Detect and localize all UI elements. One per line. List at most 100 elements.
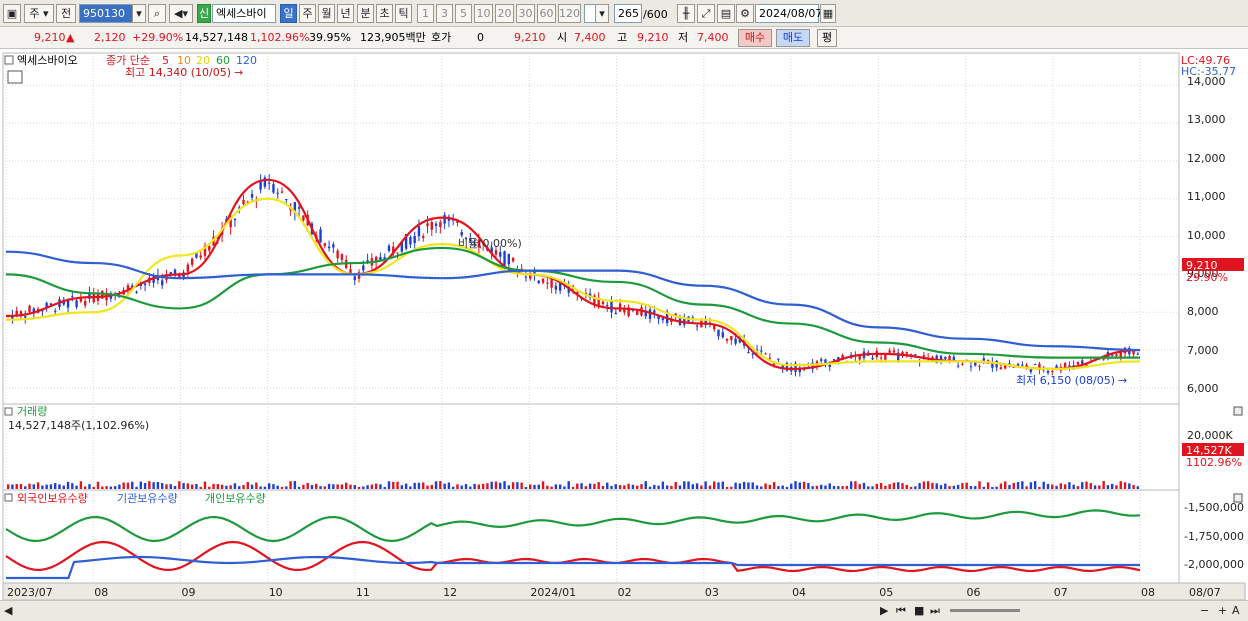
- holding-close-icon[interactable]: [1233, 493, 1243, 503]
- candle-body: [413, 235, 416, 244]
- x-label-8: 03: [705, 586, 719, 599]
- panel-menu-icon[interactable]: [4, 55, 14, 65]
- timeframe-day[interactable]: 일: [280, 4, 297, 23]
- volume-bar: [764, 483, 767, 489]
- candle-body: [717, 329, 720, 337]
- up-arrow-icon: ▲: [66, 31, 75, 44]
- volume-bar: [978, 481, 981, 489]
- volume-bar: [79, 481, 83, 489]
- timeframe-week[interactable]: 주: [299, 4, 316, 23]
- volume-bar: [255, 482, 258, 489]
- type-select[interactable]: 전: [56, 4, 76, 23]
- period-select[interactable]: 주 ▾: [24, 4, 54, 23]
- volume-bar: [1033, 481, 1037, 489]
- interval-5[interactable]: 5: [455, 4, 472, 23]
- volume-bar: [802, 481, 806, 489]
- volume-bar: [225, 485, 228, 489]
- interval-10[interactable]: 10: [474, 4, 493, 23]
- candle-body: [888, 350, 891, 353]
- chart-layout-icon[interactable]: ▣: [3, 4, 21, 23]
- volume-close-icon[interactable]: [1233, 406, 1243, 416]
- volume-bar: [464, 484, 468, 489]
- eval-button[interactable]: 평: [817, 29, 837, 47]
- candle-body: [824, 359, 827, 363]
- volume-bar: [96, 481, 100, 489]
- candle-body: [494, 250, 498, 255]
- volume-bar: [362, 486, 365, 489]
- stop-icon[interactable]: ■: [914, 604, 924, 618]
- draw-tool-icon[interactable]: ⤢: [697, 4, 715, 23]
- volume-bar: [939, 485, 943, 489]
- interval-1[interactable]: 1: [417, 4, 434, 23]
- scroll-right-icon[interactable]: ▶: [880, 604, 888, 618]
- x-label-5: 12: [443, 586, 457, 599]
- y-tick-14000: 14,000: [1187, 75, 1226, 88]
- timeframe-second[interactable]: 초: [376, 4, 393, 23]
- interval-120[interactable]: 120: [558, 4, 581, 23]
- date-input[interactable]: 2024/08/07: [755, 4, 822, 23]
- volume-bar: [511, 482, 515, 489]
- interval-20[interactable]: 20: [495, 4, 514, 23]
- volume-bar: [340, 484, 344, 489]
- low-note: 최저 6,150 (08/05): [1016, 374, 1115, 387]
- volume-bar: [926, 481, 930, 489]
- zoom-in-icon[interactable]: +: [1218, 604, 1227, 618]
- volume-bar: [379, 484, 382, 489]
- candle-body: [764, 353, 767, 355]
- save-icon[interactable]: ▤: [717, 4, 735, 23]
- chart-area[interactable]: 엑세스바이오 종가 단순 5 10 20 60 120 최고 14,340 (1…: [0, 51, 1248, 601]
- buy-button[interactable]: 매수: [738, 29, 772, 47]
- count-input[interactable]: 265: [614, 4, 642, 23]
- speaker-icon[interactable]: ◀▾: [169, 4, 193, 23]
- volume-bar: [1123, 482, 1127, 489]
- volume-bar: [635, 485, 639, 489]
- candle-body: [242, 199, 245, 205]
- volume-bar: [366, 485, 369, 489]
- zoom-slider[interactable]: [950, 609, 1020, 612]
- timeframe-year[interactable]: 년: [337, 4, 354, 23]
- settings-icon[interactable]: ⚙: [736, 4, 754, 23]
- volume-title: 거래량: [17, 405, 47, 418]
- candle-body: [554, 285, 558, 290]
- volume-last-pct: 1102.96%: [1186, 456, 1242, 469]
- interval-3[interactable]: 3: [436, 4, 453, 23]
- scroll-first-icon[interactable]: ⏮: [896, 604, 906, 618]
- chart-canvas[interactable]: 엑세스바이오 종가 단순 5 10 20 60 120 최고 14,340 (1…: [0, 51, 1248, 601]
- timeframe-month[interactable]: 월: [318, 4, 335, 23]
- candle-body: [884, 354, 887, 360]
- grid-toggle-icon[interactable]: [7, 70, 23, 84]
- candle-body: [944, 357, 947, 359]
- timeframe-tick[interactable]: 틱: [395, 4, 412, 23]
- volume-bar: [909, 486, 913, 489]
- volume-menu-icon[interactable]: [4, 407, 13, 416]
- scroll-left-icon[interactable]: ◀: [4, 604, 12, 618]
- search-icon[interactable]: ⌕: [148, 4, 166, 23]
- auto-scale-icon[interactable]: A: [1232, 604, 1240, 618]
- zoom-out-icon[interactable]: −: [1200, 604, 1209, 618]
- volume-bar: [1016, 481, 1020, 489]
- sell-button[interactable]: 매도: [776, 29, 810, 47]
- candle-body: [430, 222, 433, 230]
- interval-30[interactable]: 30: [516, 4, 535, 23]
- interval-60[interactable]: 60: [537, 4, 556, 23]
- volume-bar: [670, 485, 673, 489]
- low-label: 저: [678, 31, 689, 44]
- stock-name-field[interactable]: 엑세스바이: [212, 4, 276, 23]
- interval-dropdown-icon[interactable]: ▾: [595, 4, 609, 23]
- high-label: 고: [617, 31, 628, 44]
- high-price: 9,210: [637, 31, 669, 44]
- x-label-4: 11: [356, 586, 370, 599]
- bottom-scrollbar[interactable]: ◀ ▶ ⏮ ■ ⏭ − + A: [0, 600, 1248, 621]
- candle-body: [541, 278, 545, 283]
- candle-body: [297, 207, 301, 209]
- volume-bar: [700, 485, 703, 489]
- code-dropdown-icon[interactable]: ▾: [132, 4, 146, 23]
- timeframe-minute[interactable]: 분: [357, 4, 374, 23]
- holding-menu-icon[interactable]: [4, 493, 13, 502]
- calendar-icon[interactable]: ▦: [820, 4, 836, 23]
- candle-body: [1102, 358, 1105, 360]
- volume-bar: [1059, 483, 1063, 489]
- candle-type-icon[interactable]: ╫: [677, 4, 695, 23]
- candle-body: [768, 357, 772, 359]
- scroll-last-icon[interactable]: ⏭: [930, 604, 940, 618]
